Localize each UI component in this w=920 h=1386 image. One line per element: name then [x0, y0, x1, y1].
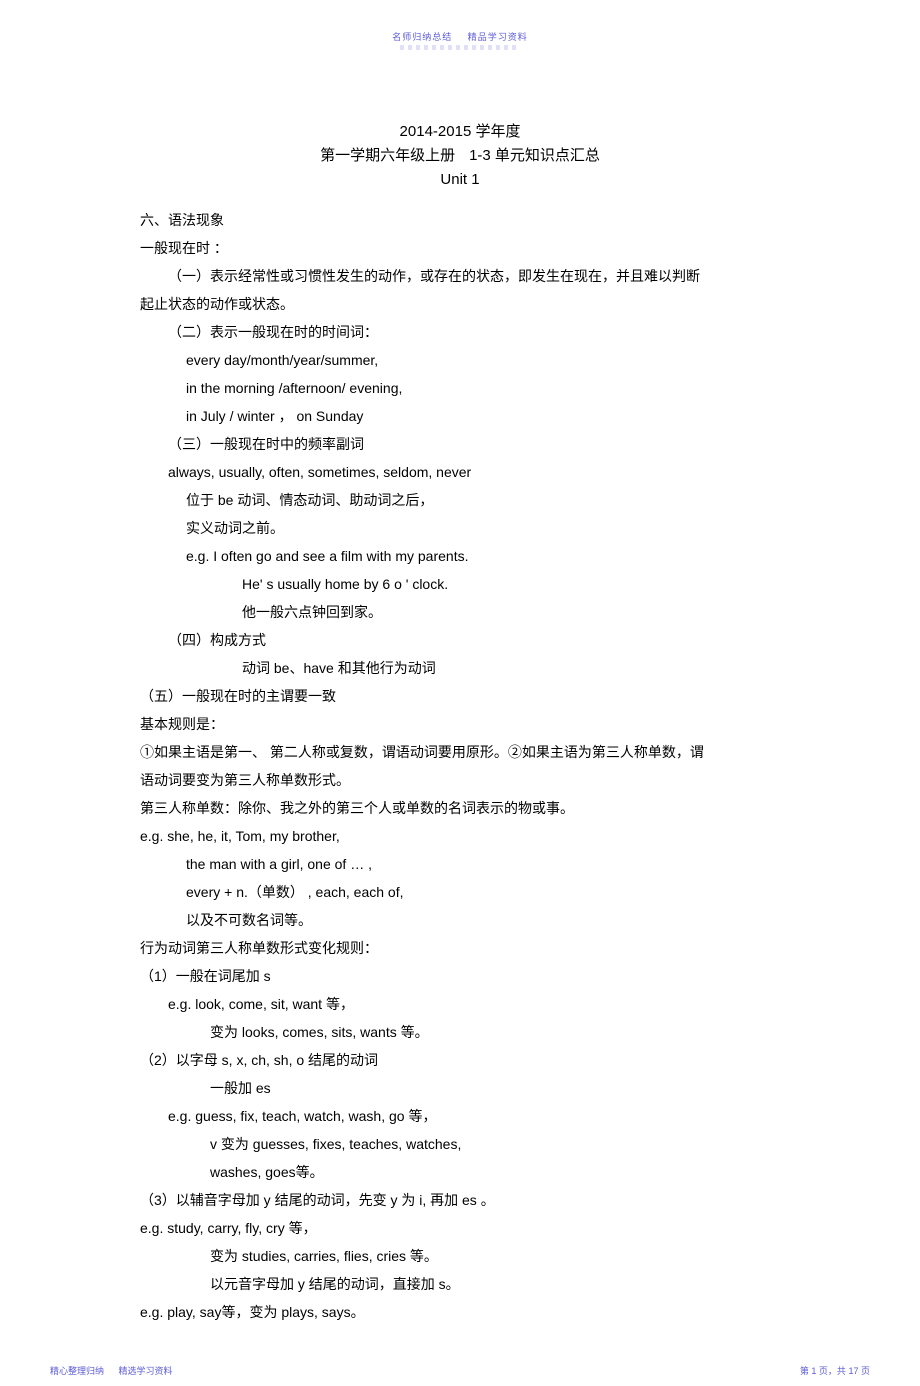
- title-line2: 第一学期六年级上册 1-3 单元知识点汇总: [140, 144, 780, 168]
- footer-right-mid: 页，共: [819, 1366, 846, 1376]
- body-line: every day/month/year/summer,: [140, 346, 780, 374]
- body-line: （1）一般在词尾加 s: [140, 962, 780, 990]
- body-line: （三）一般现在时中的频率副词: [140, 430, 780, 458]
- title-line2a: 第一学期六年级上册: [320, 147, 455, 164]
- body-line: 一般加 es: [140, 1074, 780, 1102]
- body-line: 实义动词之前。: [140, 514, 780, 542]
- body-line: in July / winter ， on Sunday: [140, 402, 780, 430]
- body-line: washes, goes等。: [140, 1158, 780, 1186]
- footer-page-current: 1: [811, 1366, 816, 1376]
- body-line: 第三人称单数：除你、我之外的第三个人或单数的名词表示的物或事。: [140, 794, 780, 822]
- body-line: 变为 studies, carries, flies, cries 等。: [140, 1242, 780, 1270]
- body-line: the man with a girl, one of … ,: [140, 850, 780, 878]
- body-line: 变为 looks, comes, sits, wants 等。: [140, 1018, 780, 1046]
- body-line: e.g. play, say等，变为 plays, says。: [140, 1298, 780, 1326]
- body-line: v 变为 guesses, fixes, teaches, watches,: [140, 1130, 780, 1158]
- body-line: e.g. look, come, sit, want 等，: [140, 990, 780, 1018]
- body-line: every + n.（单数） , each, each of,: [140, 878, 780, 906]
- body-line: 起止状态的动作或状态。: [140, 290, 780, 318]
- footer-right-suffix: 页: [861, 1366, 870, 1376]
- body-line: （四）构成方式: [140, 626, 780, 654]
- body-line: e.g. guess, fix, teach, watch, wash, go …: [140, 1102, 780, 1130]
- body-line: （3）以辅音字母加 y 结尾的动词，先变 y 为 i, 再加 es 。: [140, 1186, 780, 1214]
- body-line: 基本规则是：: [140, 710, 780, 738]
- body-line: 他一般六点钟回到家。: [140, 598, 780, 626]
- title-block: 2014-2015 学年度 第一学期六年级上册 1-3 单元知识点汇总 Unit …: [140, 120, 780, 192]
- footer-left-b: 精选学习资料: [119, 1366, 173, 1376]
- title-year: 2014-2015 学年度: [140, 120, 780, 144]
- body-line: He' s usually home by 6 o ' clock.: [140, 570, 780, 598]
- body-line: 六、语法现象: [140, 206, 780, 234]
- body-line: in the morning /afternoon/ evening,: [140, 374, 780, 402]
- page-header: 名师归纳总结 精品学习资料: [140, 30, 780, 43]
- header-left: 名师归纳总结: [392, 32, 452, 42]
- body-line: 以及不可数名词等。: [140, 906, 780, 934]
- title-line2b: 1-3 单元知识点汇总: [469, 147, 600, 164]
- header-underline: [400, 45, 520, 50]
- footer-right-prefix: 第: [800, 1366, 809, 1376]
- body-line: e.g. I often go and see a film with my p…: [140, 542, 780, 570]
- body-line: （二）表示一般现在时的时间词：: [140, 318, 780, 346]
- body-line: 位于 be 动词、情态动词、助动词之后，: [140, 486, 780, 514]
- header-right: 精品学习资料: [468, 32, 528, 42]
- body-line: 一般现在时 ：: [140, 234, 780, 262]
- document-body: 六、语法现象 一般现在时 ： （一）表示经常性或习惯性发生的动作，或存在的状态，…: [140, 206, 780, 1326]
- body-line: ①如果主语是第一、 第二人称或复数，谓语动词要用原形。②如果主语为第三人称单数，…: [140, 738, 780, 766]
- footer-right: 第 1 页，共 17 页: [800, 1364, 870, 1377]
- body-line: （五）一般现在时的主谓要一致: [140, 682, 780, 710]
- body-line: 动词 be、have 和其他行为动词: [140, 654, 780, 682]
- footer-left-a: 精心整理归纳: [50, 1366, 104, 1376]
- footer-page-total: 17: [848, 1366, 858, 1376]
- body-line: 语动词要变为第三人称单数形式。: [140, 766, 780, 794]
- body-line: （2）以字母 s, x, ch, sh, o 结尾的动词: [140, 1046, 780, 1074]
- footer-left: 精心整理归纳 精选学习资料: [50, 1364, 173, 1377]
- body-line: 以元音字母加 y 结尾的动词，直接加 s。: [140, 1270, 780, 1298]
- body-line: always, usually, often, sometimes, seldo…: [140, 458, 780, 486]
- document-page: 名师归纳总结 精品学习资料 2014-2015 学年度 第一学期六年级上册 1-3…: [0, 0, 920, 1386]
- body-line: e.g. study, carry, fly, cry 等，: [140, 1214, 780, 1242]
- body-line: （一）表示经常性或习惯性发生的动作，或存在的状态，即发生在现在，并且难以判断: [140, 262, 780, 290]
- title-unit: Unit 1: [140, 168, 780, 192]
- body-line: 行为动词第三人称单数形式变化规则：: [140, 934, 780, 962]
- body-line: e.g. she, he, it, Tom, my brother,: [140, 822, 780, 850]
